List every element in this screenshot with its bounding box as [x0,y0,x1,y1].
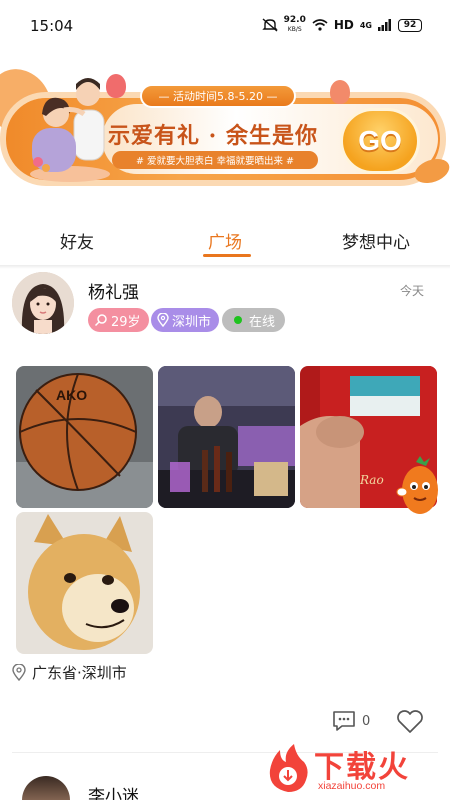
watermark-url: xiazaihuo.com [318,780,386,792]
post-photo-doge[interactable] [16,512,153,654]
like-button[interactable] [396,710,424,738]
online-status-text: 在线 [249,314,276,330]
heart-icon [397,710,423,733]
tab-divider [0,265,450,269]
wifi-icon [312,19,328,31]
post-time: 今天 [399,284,424,298]
city-badge: 深圳市 [151,308,220,332]
battery-icon: 92 [398,18,422,32]
post-username[interactable]: 杨礼强 [88,278,139,303]
post-username[interactable]: 李小迷 [88,782,139,800]
active-tab-indicator [203,254,251,257]
tab-dream-center[interactable]: 梦想中心 [342,228,410,253]
flame-logo-icon [269,744,308,792]
watermark: 下载火 xiazaihuo.com [262,740,450,800]
net-speed-value: 92.0 [283,15,306,25]
search-icon [94,314,107,327]
banner-period: — 活动时间5.8-5.20 — [140,84,296,108]
location-pin-icon [12,664,26,681]
avatar[interactable] [22,776,70,800]
banner-subtitle: # 爱就要大胆表白 幸福就要晒出来 # [112,151,318,169]
post-location: 广东省·深圳市 [12,662,127,683]
comment-button[interactable]: 0 [332,710,370,732]
go-button[interactable]: GO [340,108,420,174]
status-indicators: 92.0 KB/S HD 4G 92 [261,16,422,34]
avatar[interactable] [12,272,74,334]
signal-label: 4G [359,20,372,30]
signal-icon [378,19,391,31]
couple-illustration [30,78,110,182]
promo-banner[interactable]: — 活动时间5.8-5.20 — 示爱有礼 · 余生是你 # 爱就要大胆表白 幸… [0,57,450,190]
banner-title: 示爱有礼 · 余生是你 [108,123,318,149]
balloon-icon [330,80,350,104]
basketball-image: AKO [16,366,153,508]
party-image [158,366,295,508]
comment-icon [333,711,355,731]
tab-bar: 好友 广场 梦想中心 [0,222,450,262]
svg-text:Rao: Rao [359,473,384,487]
tab-square[interactable]: 广场 [208,228,242,253]
online-status-badge: 在线 [222,308,286,332]
post-photo-party[interactable] [158,366,295,508]
carrot-mascot-icon[interactable] [396,456,444,520]
avatar-portrait [12,272,74,334]
network-speed: 92.0 KB/S [284,16,306,34]
status-bar: 15:04 92.0 KB/S HD 4G 92 [0,0,450,56]
tab-friends[interactable]: 好友 [60,228,94,253]
hd-indicator: HD [333,18,354,32]
age-value: 29岁 [111,314,141,330]
mute-icon [261,18,278,32]
post-photo-basketball[interactable]: AKO [16,366,153,508]
net-speed-unit: KB/S [287,26,302,33]
location-pin-icon [157,313,169,327]
city-value: 深圳市 [172,314,212,330]
location-text: 广东省·深圳市 [32,664,127,682]
age-badge: 29岁 [88,308,149,332]
svg-text:AKO: AKO [56,387,87,403]
doge-image [16,512,153,654]
online-dot [234,316,242,324]
comment-count: 0 [362,713,371,729]
status-time: 15:04 [30,17,74,35]
battery-level: 92 [403,20,417,30]
